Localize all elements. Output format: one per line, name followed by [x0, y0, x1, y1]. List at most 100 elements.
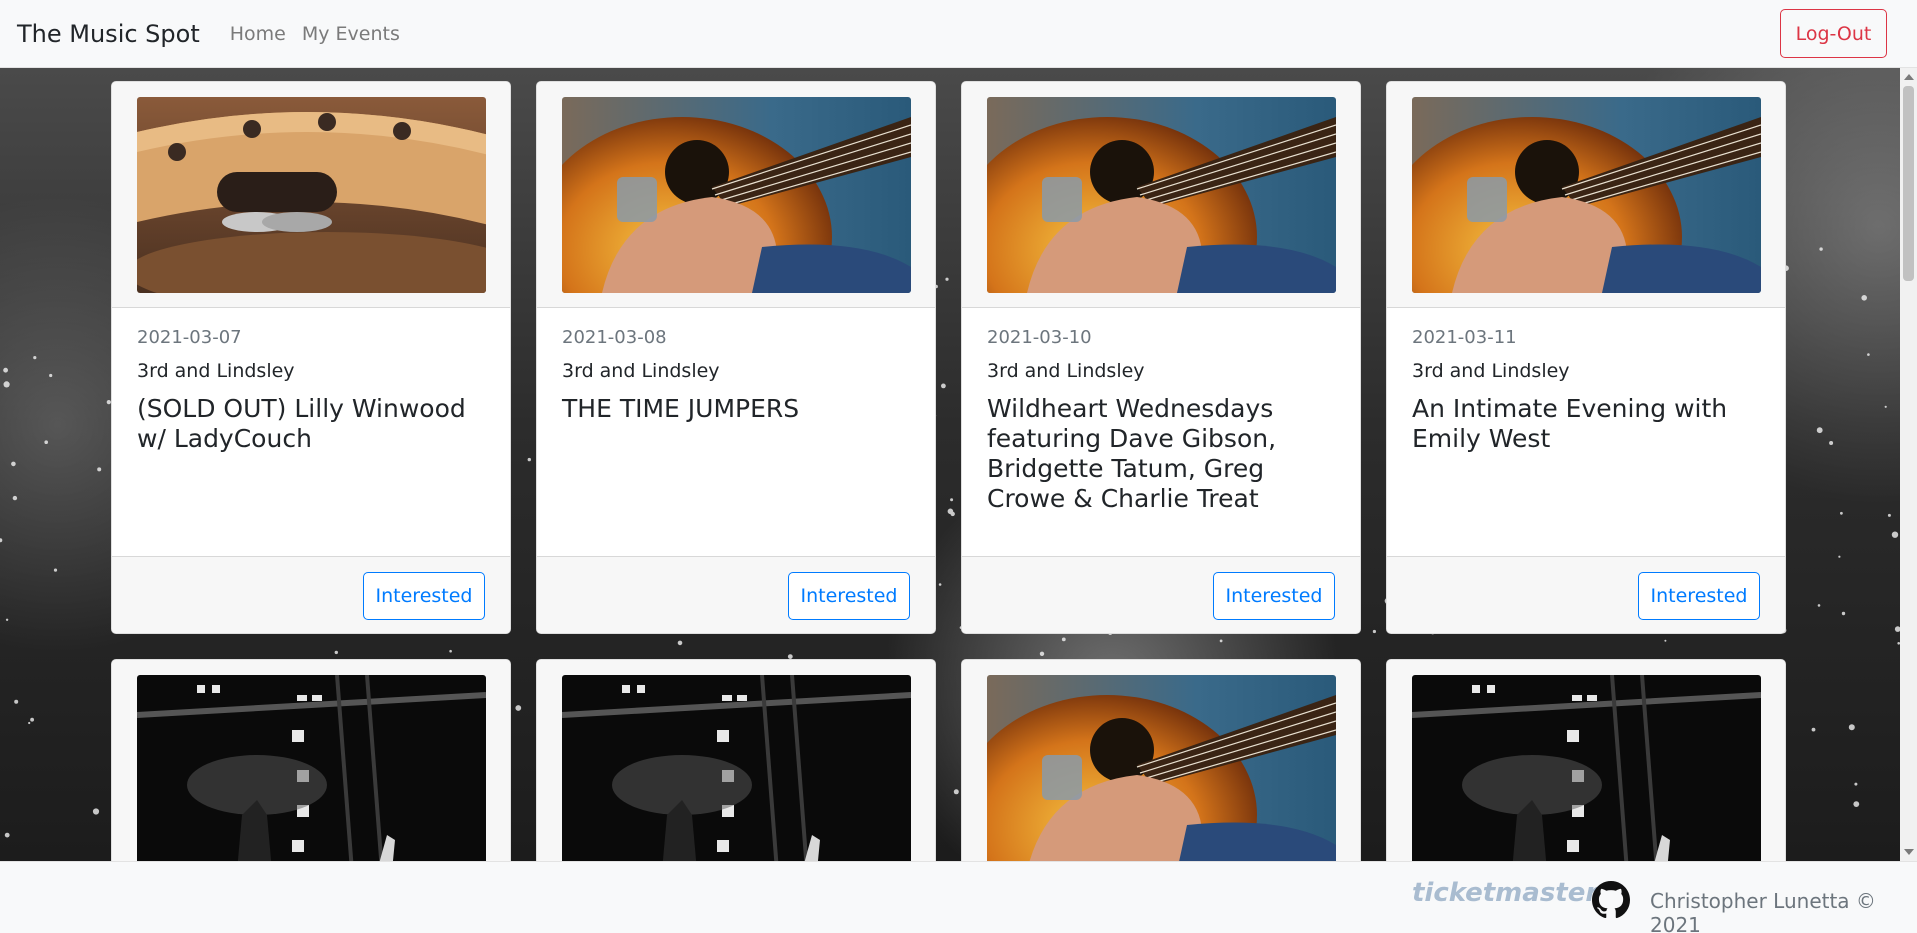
- background-light-dot: [1219, 639, 1223, 643]
- github-icon[interactable]: [1592, 881, 1630, 919]
- background-light-dot: [1854, 782, 1858, 786]
- event-card: 2021-03-07 3rd and Lindsley (SOLD OUT) L…: [111, 81, 511, 634]
- background-light-dot: [1840, 511, 1843, 515]
- event-image-concert-stage: [137, 675, 486, 861]
- event-card-body: 2021-03-11 3rd and Lindsley An Intimate …: [1387, 308, 1785, 556]
- scroll-up-arrow-icon[interactable]: [1904, 74, 1914, 80]
- background-light-dot: [1664, 639, 1667, 642]
- event-date: 2021-03-07: [137, 327, 242, 348]
- top-navbar: The Music Spot Home My Events Log-Out: [0, 0, 1917, 68]
- event-title: Wildheart Wednesdays featuring Dave Gibs…: [987, 394, 1277, 513]
- background-light-dot: [1061, 637, 1066, 642]
- event-venue: 3rd and Lindsley: [987, 360, 1145, 382]
- background-light-dot: [1848, 724, 1855, 731]
- event-image-guitar: [987, 675, 1336, 861]
- event-card: [111, 659, 511, 861]
- brand-logo[interactable]: The Music Spot: [17, 20, 200, 48]
- background-light-dot: [334, 650, 338, 655]
- event-image-concert-stage: [1412, 675, 1761, 861]
- event-image-tambourine: [137, 97, 486, 293]
- interested-button[interactable]: Interested: [788, 572, 910, 620]
- background-light-dot: [3, 381, 10, 388]
- background-light-dot: [1887, 513, 1891, 517]
- interested-button[interactable]: Interested: [1213, 572, 1335, 620]
- nav-home-link[interactable]: Home: [230, 23, 286, 45]
- background-light-dot: [1811, 727, 1816, 732]
- events-scroll-area[interactable]: 2021-03-07 3rd and Lindsley (SOLD OUT) L…: [0, 68, 1917, 861]
- event-image-concert-stage: [562, 675, 911, 861]
- event-card: 2021-03-11 3rd and Lindsley An Intimate …: [1386, 81, 1786, 634]
- background-light-dot: [677, 640, 683, 646]
- background-light-dot: [97, 467, 102, 472]
- background-light-dot: [30, 717, 34, 722]
- event-title: (SOLD OUT) Lilly Winwood w/ LadyCouch: [137, 394, 466, 453]
- background-light-dot: [938, 583, 942, 586]
- background-light-dot: [1861, 295, 1867, 301]
- event-card-header: [1387, 82, 1785, 308]
- event-date: 2021-03-08: [562, 327, 667, 348]
- scroll-thumb[interactable]: [1903, 86, 1914, 281]
- event-venue: 3rd and Lindsley: [562, 360, 720, 382]
- background-light-dot: [1891, 531, 1899, 538]
- background-light-dot: [1372, 629, 1376, 634]
- background-light-dot: [1829, 441, 1834, 445]
- nav-my-events-link[interactable]: My Events: [302, 23, 400, 45]
- event-card: [536, 659, 936, 861]
- event-card-body: 2021-03-10 3rd and Lindsley Wildheart We…: [962, 308, 1360, 556]
- event-image-guitar: [1412, 97, 1761, 293]
- copyright-text: Christopher Lunetta © 2021: [1650, 889, 1876, 933]
- event-card-footer: Interested: [112, 556, 510, 633]
- background-light-dot: [4, 832, 10, 838]
- background-light-dot: [527, 457, 531, 462]
- background-light-dot: [1884, 405, 1887, 408]
- background-light-dot: [12, 495, 18, 501]
- event-card-body: 2021-03-08 3rd and Lindsley THE TIME JUM…: [537, 308, 935, 556]
- event-card-header: [112, 82, 510, 308]
- background-light-dot: [941, 383, 946, 389]
- event-card-footer: Interested: [537, 556, 935, 633]
- event-date: 2021-03-10: [987, 327, 1092, 348]
- background-light-dot: [53, 568, 58, 572]
- background-light-dot: [1838, 555, 1841, 558]
- event-image-guitar: [987, 97, 1336, 293]
- page-footer: ticketmaster Christopher Lunetta © 2021: [0, 861, 1917, 933]
- background-light-dot: [953, 789, 959, 795]
- event-card-footer: Interested: [962, 556, 1360, 633]
- background-light-dot: [5, 618, 9, 621]
- event-venue: 3rd and Lindsley: [1412, 360, 1570, 382]
- event-venue: 3rd and Lindsley: [137, 360, 295, 382]
- event-card-header: [537, 82, 935, 308]
- background-light-dot: [1819, 247, 1823, 251]
- event-card-header: [112, 660, 510, 861]
- background-light-dot: [950, 511, 955, 517]
- event-card-footer: Interested: [1387, 556, 1785, 633]
- background-light-dot: [44, 440, 48, 445]
- page-scrollbar[interactable]: [1900, 68, 1917, 861]
- ticketmaster-logo[interactable]: ticketmaster: [1412, 878, 1598, 908]
- interested-button[interactable]: Interested: [1638, 572, 1760, 620]
- background-light-dot: [33, 356, 37, 360]
- background-light-dot: [515, 705, 522, 711]
- background-light-dot: [49, 373, 53, 378]
- event-card: 2021-03-08 3rd and Lindsley THE TIME JUM…: [536, 81, 936, 634]
- background-light-dot: [92, 808, 100, 815]
- interested-button[interactable]: Interested: [363, 572, 485, 620]
- event-image-guitar: [562, 97, 911, 293]
- background-light-dot: [950, 498, 954, 502]
- event-card: [1386, 659, 1786, 861]
- event-card-header: [537, 660, 935, 861]
- background-light-dot: [1816, 427, 1823, 434]
- background-light-dot: [1039, 651, 1045, 656]
- background-light-dot: [3, 367, 8, 373]
- background-light-dot: [11, 461, 16, 467]
- event-card-header: [1387, 660, 1785, 861]
- event-card-header: [962, 660, 1360, 861]
- event-title: THE TIME JUMPERS: [562, 394, 800, 423]
- background-light-dot: [945, 277, 949, 281]
- background-light-dot: [1853, 801, 1860, 807]
- background-light-dot: [449, 649, 452, 653]
- event-title: An Intimate Evening with Emily West: [1412, 394, 1728, 453]
- logout-button[interactable]: Log-Out: [1780, 9, 1887, 58]
- event-card-header: [962, 82, 1360, 308]
- scroll-down-arrow-icon[interactable]: [1904, 849, 1914, 855]
